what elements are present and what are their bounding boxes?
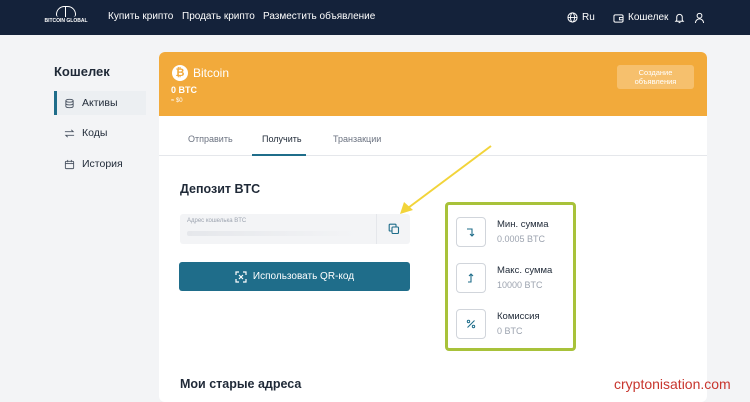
site-logo[interactable]: BITCOIN GLOBAL xyxy=(44,6,88,28)
notifications-button[interactable] xyxy=(674,0,685,35)
qr-button-label: Использовать QR-код xyxy=(252,271,355,282)
watermark-text: cryptonisation.com xyxy=(614,376,731,392)
deposit-limits-panel: Мин. сумма 0.0005 BTC Макс. сумма 10000 … xyxy=(445,202,576,351)
qr-code-icon xyxy=(235,270,247,283)
active-tab-indicator xyxy=(252,154,306,156)
wallet-link[interactable]: Кошелек xyxy=(613,0,668,35)
tab-transactions[interactable]: Транзакции xyxy=(333,134,381,144)
create-ad-button[interactable]: Создание объявления xyxy=(617,65,694,89)
bell-icon xyxy=(674,13,685,23)
sidebar-item-label: Коды xyxy=(82,127,108,139)
language-selector[interactable]: Ru xyxy=(567,0,595,35)
wallet-label: Кошелек xyxy=(628,12,669,23)
info-min-amount: Мин. сумма 0.0005 BTC xyxy=(456,215,574,251)
coin-balance-usd: ≈ $0 xyxy=(171,98,183,104)
sidebar-item-codes[interactable]: Коды xyxy=(54,121,146,145)
wallet-icon xyxy=(613,13,624,23)
wallet-tabs: Отправить Получить Транзакции xyxy=(159,116,707,156)
coin-name: Bitcoin xyxy=(193,66,230,80)
user-icon xyxy=(694,12,705,23)
globe-icon xyxy=(567,12,578,23)
arrow-up-icon xyxy=(456,263,486,293)
sidebar-title: Кошелек xyxy=(54,64,110,79)
use-qr-code-button[interactable]: Использовать QR-код xyxy=(179,262,410,291)
tab-send[interactable]: Отправить xyxy=(188,134,233,144)
logo-text: BITCOIN GLOBAL xyxy=(44,18,88,24)
info-value: 0 BTC xyxy=(497,326,523,336)
sidebar-item-label: История xyxy=(82,158,123,170)
sidebar-item-label: Активы xyxy=(82,97,118,109)
coins-stack-icon xyxy=(63,97,75,109)
coin-banner: ₿ Bitcoin 0 BTC ≈ $0 Создание объявления xyxy=(159,52,707,116)
info-commission: Комиссия 0 BTC xyxy=(456,307,574,343)
wallet-address-label: Адрес кошелька BTC xyxy=(187,218,247,224)
sidebar-item-assets[interactable]: Активы xyxy=(54,91,146,115)
old-addresses-title: Мои старые адреса xyxy=(180,377,302,391)
percent-icon xyxy=(456,309,486,339)
sidebar-item-history[interactable]: История xyxy=(54,152,146,176)
calendar-icon xyxy=(63,158,75,170)
swap-arrows-icon xyxy=(63,127,75,139)
copy-icon xyxy=(388,223,399,235)
tab-receive[interactable]: Получить xyxy=(262,134,302,144)
wallet-address-value xyxy=(187,231,357,236)
top-navigation: BITCOIN GLOBAL Купить крипто Продать кри… xyxy=(0,0,750,35)
nav-sell-crypto[interactable]: Продать крипто xyxy=(182,11,255,22)
info-max-amount: Макс. сумма 10000 BTC xyxy=(456,261,574,297)
info-label: Мин. сумма xyxy=(497,219,549,230)
profile-button[interactable] xyxy=(694,0,705,35)
bitcoin-icon: ₿ xyxy=(172,65,188,81)
globe-logo-icon xyxy=(56,6,76,17)
info-value: 0.0005 BTC xyxy=(497,234,546,244)
arrow-down-icon xyxy=(456,217,486,247)
copy-address-button[interactable] xyxy=(376,214,410,244)
coin-balance: 0 BTC xyxy=(171,85,198,95)
info-label: Макс. сумма xyxy=(497,265,553,276)
info-label: Комиссия xyxy=(497,311,540,322)
nav-post-ad[interactable]: Разместить объявление xyxy=(263,11,375,22)
nav-buy-crypto[interactable]: Купить крипто xyxy=(108,11,173,22)
deposit-title: Депозит BTC xyxy=(180,182,261,196)
language-label: Ru xyxy=(582,12,595,23)
info-value: 10000 BTC xyxy=(497,280,543,290)
wallet-address-field[interactable]: Адрес кошелька BTC xyxy=(180,214,410,244)
